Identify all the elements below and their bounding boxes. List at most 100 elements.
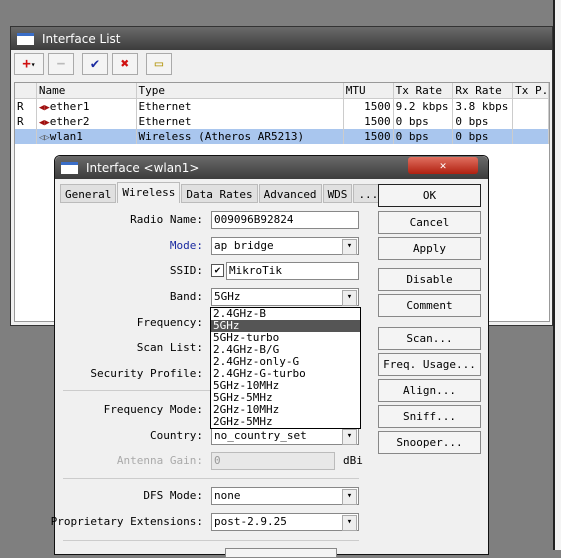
disable-button[interactable]: Disable (378, 268, 481, 291)
row-flag (15, 129, 37, 144)
band-value: 5GHz (214, 290, 241, 303)
close-button[interactable]: ✕ (408, 157, 478, 174)
interface-name: wlan1 (49, 130, 83, 143)
proprietary-extensions-select[interactable]: post-2.9.25 (211, 513, 359, 531)
frequency-label: Frequency: (136, 316, 203, 329)
row-flag: R (15, 114, 37, 129)
tab-wireless[interactable]: Wireless (117, 182, 181, 203)
antenna-gain-unit: dBi (343, 454, 363, 467)
window-icon (17, 32, 34, 45)
dfs-mode-select[interactable]: none (211, 487, 359, 505)
column-header-type[interactable]: Type (137, 83, 344, 98)
antenna-gain-label: Antenna Gain: (116, 454, 203, 467)
row-rx-rate: 0 bps (453, 129, 514, 144)
tab-more[interactable]: ... (353, 184, 380, 203)
row-tx-rate: 9.2 kbps (394, 99, 454, 114)
disable-button[interactable]: ✖ (112, 53, 138, 75)
row-type: Wireless (Atheros AR5213) (137, 129, 344, 144)
interface-name: ether1 (49, 100, 90, 113)
tab-wds[interactable]: WDS (322, 184, 353, 203)
background-window-edge (553, 0, 561, 550)
table-row[interactable]: R ◀▶ether2 Ethernet 1500 0 bps 0 bps (15, 114, 550, 129)
scan-button[interactable]: Scan... (378, 327, 481, 350)
window-icon (61, 161, 78, 174)
row-tx-rate: 0 bps (394, 129, 454, 144)
row-rx-rate: 0 bps (453, 114, 514, 129)
country-select[interactable]: no_country_set (211, 427, 359, 445)
table-row[interactable]: R ◀▶ether1 Ethernet 1500 9.2 kbps 3.8 kb… (15, 99, 550, 114)
row-tx-packets (513, 99, 550, 114)
wireless-icon: ◁▷ (38, 133, 50, 143)
proprietary-extensions-value: post-2.9.25 (214, 515, 287, 528)
column-header-flag[interactable] (15, 83, 37, 98)
toolbar: + ▾ − ✔ ✖ ▭ (11, 50, 552, 78)
freq-usage-button[interactable]: Freq. Usage... (378, 353, 481, 376)
tab-advanced[interactable]: Advanced (258, 184, 322, 203)
security-profile-label: Security Profile: (90, 367, 203, 380)
apply-button[interactable]: Apply (378, 237, 481, 260)
band-label: Band: (169, 290, 203, 303)
scan-list-label: Scan List: (136, 341, 203, 354)
table-row-selected[interactable]: ◁▷wlan1 Wireless (Atheros AR5213) 1500 0… (15, 129, 550, 144)
add-button[interactable]: + ▾ (14, 53, 44, 75)
frequency-mode-label: Frequency Mode: (103, 403, 203, 416)
tab-bar: General Wireless Data Rates Advanced WDS… (60, 182, 380, 203)
band-select[interactable]: 5GHz (211, 288, 359, 306)
row-type: Ethernet (137, 99, 344, 114)
remove-button[interactable]: − (48, 53, 74, 75)
comment-button[interactable]: ▭ (146, 53, 172, 75)
tab-data-rates[interactable]: Data Rates (181, 184, 258, 203)
band-option[interactable]: 2GHz-5MHz (211, 416, 360, 428)
close-icon: ✕ (439, 159, 447, 172)
window-title: Interface List (42, 31, 121, 46)
ssid-checkbox[interactable]: ✔ (211, 264, 224, 277)
snooper-button[interactable]: Snooper... (378, 431, 481, 454)
row-name: ◀▶ether2 (37, 114, 137, 129)
country-label: Country: (150, 429, 203, 442)
radio-name-input[interactable]: 009096B92824 (211, 211, 359, 229)
mode-select[interactable]: ap bridge (211, 237, 359, 255)
sniff-button[interactable]: Sniff... (378, 405, 481, 428)
table-header: Name Type MTU Tx Rate Rx Rate Tx P.. (15, 83, 550, 99)
enable-button[interactable]: ✔ (82, 53, 108, 75)
check-icon: ✔ (90, 56, 100, 72)
row-tx-packets (513, 129, 550, 144)
divider (63, 478, 359, 479)
row-flag: R (15, 99, 37, 114)
row-tx-packets (513, 114, 550, 129)
comment-button[interactable]: Comment (378, 294, 481, 317)
column-header-rx-rate[interactable]: Rx Rate (453, 83, 514, 98)
antenna-gain-input: 0 (211, 452, 335, 470)
row-type: Ethernet (137, 114, 344, 129)
cancel-button[interactable]: Cancel (378, 211, 481, 234)
mode-label: Mode: (169, 239, 203, 252)
tab-general[interactable]: General (60, 184, 117, 203)
check-icon: ✔ (214, 265, 221, 276)
column-header-tx-packets[interactable]: Tx P.. (513, 83, 550, 98)
row-tx-rate: 0 bps (394, 114, 454, 129)
ssid-label: SSID: (169, 264, 203, 277)
mode-value: ap bridge (214, 239, 274, 252)
dfs-mode-value: none (214, 489, 241, 502)
row-mtu: 1500 (344, 129, 394, 144)
dfs-mode-label: DFS Mode: (143, 489, 203, 502)
column-header-tx-rate[interactable]: Tx Rate (394, 83, 454, 98)
column-header-mtu[interactable]: MTU (344, 83, 394, 98)
title-bar[interactable]: Interface List (11, 27, 552, 50)
column-header-name[interactable]: Name (37, 83, 137, 98)
row-rx-rate: 3.8 kbps (453, 99, 514, 114)
ethernet-icon: ◀▶ (38, 118, 50, 128)
interface-name: ether2 (49, 115, 90, 128)
ssid-input[interactable]: MikroTik (226, 262, 359, 280)
interface-dialog: Interface <wlan1> ✕ General Wireless Dat… (50, 155, 489, 558)
align-button[interactable]: Align... (378, 379, 481, 402)
row-name: ◁▷wlan1 (37, 129, 137, 144)
band-dropdown-list: 2.4GHz-B 5GHz 5GHz-turbo 2.4GHz-B/G 2.4GHz-o… (210, 307, 361, 429)
ok-button[interactable]: OK (378, 184, 481, 207)
row-mtu: 1500 (344, 114, 394, 129)
country-value: no_country_set (214, 429, 307, 442)
proprietary-extensions-label: Proprietary Extensions: (50, 515, 203, 528)
plus-icon: + (22, 56, 31, 72)
row-mtu: 1500 (344, 99, 394, 114)
x-icon: ✖ (120, 56, 130, 72)
